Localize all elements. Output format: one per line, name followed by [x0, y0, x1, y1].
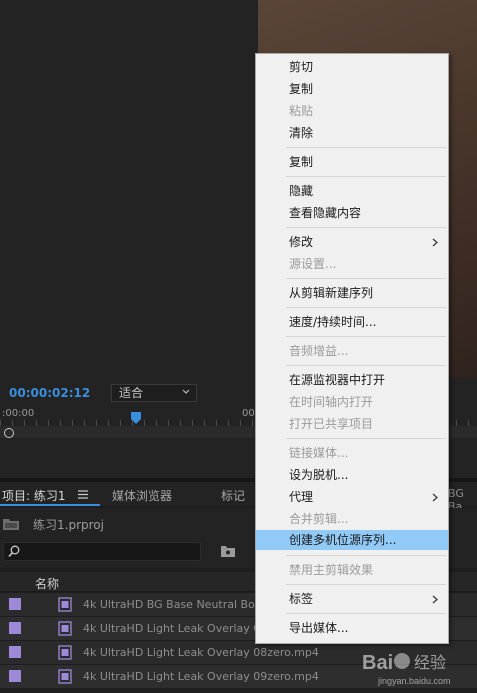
menu-item-copy[interactable]: 复制	[256, 79, 448, 99]
video-clip-icon	[58, 597, 72, 612]
clip-name: 4k UltraHD BG Base Neutral Bokeh	[83, 598, 275, 611]
menu-item-label: 代理	[289, 490, 314, 504]
tab-media-browser[interactable]: 媒体浏览器	[112, 487, 172, 504]
label-color-swatch[interactable]	[9, 598, 21, 610]
tab-project[interactable]: 项目: 练习1	[2, 487, 66, 504]
submenu-arrow-icon	[432, 493, 438, 502]
premiere-window: 00:00:02:12 适合 :00:00 00 项目: 练习1 媒体浏览器 标…	[0, 0, 477, 693]
menu-item-label: 查看隐藏内容	[289, 206, 362, 220]
clip-name: 4k UltraHD Light Leak Overlay 03a	[83, 622, 275, 635]
search-input[interactable]	[3, 542, 201, 561]
menu-item-modify[interactable]: 修改	[256, 232, 448, 252]
menu-item-paste[interactable]: 粘贴	[256, 101, 448, 121]
menu-item-label-color[interactable]: 标签	[256, 589, 448, 609]
ruler-mid-label: 00	[242, 408, 255, 419]
panel-menu-icon[interactable]	[78, 490, 88, 499]
column-name-header[interactable]: 名称	[35, 575, 59, 592]
menu-separator	[286, 613, 446, 614]
menu-item-label: 标签	[289, 592, 314, 606]
baidu-jingyan-watermark: Bai 经验 jingyan.baidu.com	[362, 652, 451, 686]
menu-item-label: 禁用主剪辑效果	[289, 563, 374, 577]
video-clip-icon	[58, 621, 72, 636]
menu-item-new-sequence-from-clip[interactable]: 从剪辑新建序列	[256, 283, 448, 303]
video-clip-icon	[58, 669, 72, 684]
menu-item-duplicate[interactable]: 复制	[256, 152, 448, 172]
menu-item-label: 合并剪辑...	[289, 512, 349, 526]
submenu-arrow-icon	[432, 595, 438, 604]
menu-item-clear[interactable]: 清除	[256, 123, 448, 143]
timecode-display[interactable]: 00:00:02:12	[9, 386, 90, 400]
menu-item-open-shared-project[interactable]: 打开已共享项目	[256, 414, 448, 434]
submenu-arrow-icon	[432, 238, 438, 247]
menu-separator	[286, 307, 446, 308]
svg-text:Bai: Bai	[362, 652, 393, 674]
scrub-knob[interactable]	[4, 428, 14, 438]
project-bin-icon	[3, 519, 19, 530]
menu-item-label: 粘贴	[289, 104, 314, 118]
menu-separator	[286, 336, 446, 337]
menu-item-link-media[interactable]: 链接媒体...	[256, 443, 448, 463]
menu-item-label: 导出媒体...	[289, 621, 349, 635]
menu-item-hide[interactable]: 隐藏	[256, 181, 448, 201]
menu-item-audio-gain[interactable]: 音频增益...	[256, 341, 448, 361]
menu-separator	[286, 365, 446, 366]
menu-separator	[286, 278, 446, 279]
context-menu: 剪切 复制 粘贴 清除 复制 隐藏 查看隐藏内容 修改 源设置... 从剪辑新建…	[255, 53, 449, 644]
menu-item-proxy[interactable]: 代理	[256, 487, 448, 507]
zoom-fit-value: 适合	[119, 386, 144, 400]
menu-item-label: 在源监视器中打开	[289, 373, 386, 387]
zoom-fit-select[interactable]: 适合	[111, 384, 197, 402]
menu-item-merge-clips[interactable]: 合并剪辑...	[256, 509, 448, 529]
menu-item-label: 从剪辑新建序列	[289, 286, 374, 300]
menu-item-view-hidden[interactable]: 查看隐藏内容	[256, 203, 448, 223]
menu-item-label: 设为脱机...	[289, 468, 349, 482]
clip-name: 4k UltraHD Light Leak Overlay 09zero.mp4	[83, 670, 319, 683]
menu-item-label: 复制	[289, 155, 314, 169]
menu-item-label: 修改	[289, 235, 314, 249]
menu-item-speed-duration[interactable]: 速度/持续时间...	[256, 312, 448, 332]
menu-item-label: 剪切	[289, 60, 314, 74]
menu-item-open-in-timeline[interactable]: 在时间轴内打开	[256, 392, 448, 412]
menu-separator	[286, 147, 446, 148]
label-color-swatch[interactable]	[9, 622, 21, 634]
svg-text:经验: 经验	[414, 653, 446, 672]
label-color-swatch[interactable]	[9, 670, 21, 682]
menu-item-label: 音频增益...	[289, 344, 349, 358]
label-color-swatch[interactable]	[9, 646, 21, 658]
menu-separator	[286, 584, 446, 585]
tab-markers[interactable]: 标记	[221, 487, 245, 504]
menu-separator	[286, 227, 446, 228]
menu-item-label: 源设置...	[289, 257, 337, 271]
video-clip-icon	[58, 645, 72, 660]
menu-separator	[286, 176, 446, 177]
menu-item-create-multicam-sequence[interactable]: 创建多机位源序列...	[256, 530, 448, 550]
menu-item-cut[interactable]: 剪切	[256, 57, 448, 77]
menu-separator	[286, 555, 446, 556]
project-file-name: 练习1.prproj	[33, 518, 104, 532]
svg-text:jingyan.baidu.com: jingyan.baidu.com	[377, 676, 451, 686]
find-bin-icon[interactable]	[221, 545, 235, 557]
menu-item-label: 链接媒体...	[289, 446, 349, 460]
menu-item-make-offline[interactable]: 设为脱机...	[256, 465, 448, 485]
menu-item-label: 打开已共享项目	[289, 417, 374, 431]
menu-item-label: 复制	[289, 82, 314, 96]
chevron-down-icon	[182, 389, 190, 394]
menu-item-label: 隐藏	[289, 184, 314, 198]
search-icon	[8, 545, 20, 558]
playhead-icon[interactable]	[131, 412, 141, 424]
active-tab-indicator	[0, 504, 100, 506]
clip-name: 4k UltraHD Light Leak Overlay 08zero.mp4	[83, 646, 319, 659]
ruler-start-label: :00:00	[2, 408, 35, 419]
menu-item-label: 创建多机位源序列...	[289, 533, 397, 547]
menu-item-export-media[interactable]: 导出媒体...	[256, 618, 448, 638]
menu-item-source-settings[interactable]: 源设置...	[256, 254, 448, 274]
menu-item-label: 速度/持续时间...	[289, 315, 377, 329]
menu-item-disable-master-clip-effects[interactable]: 禁用主剪辑效果	[256, 560, 448, 580]
menu-item-label: 在时间轴内打开	[289, 395, 374, 409]
menu-item-label: 清除	[289, 126, 314, 140]
menu-separator	[286, 438, 446, 439]
menu-item-open-in-source-monitor[interactable]: 在源监视器中打开	[256, 370, 448, 390]
